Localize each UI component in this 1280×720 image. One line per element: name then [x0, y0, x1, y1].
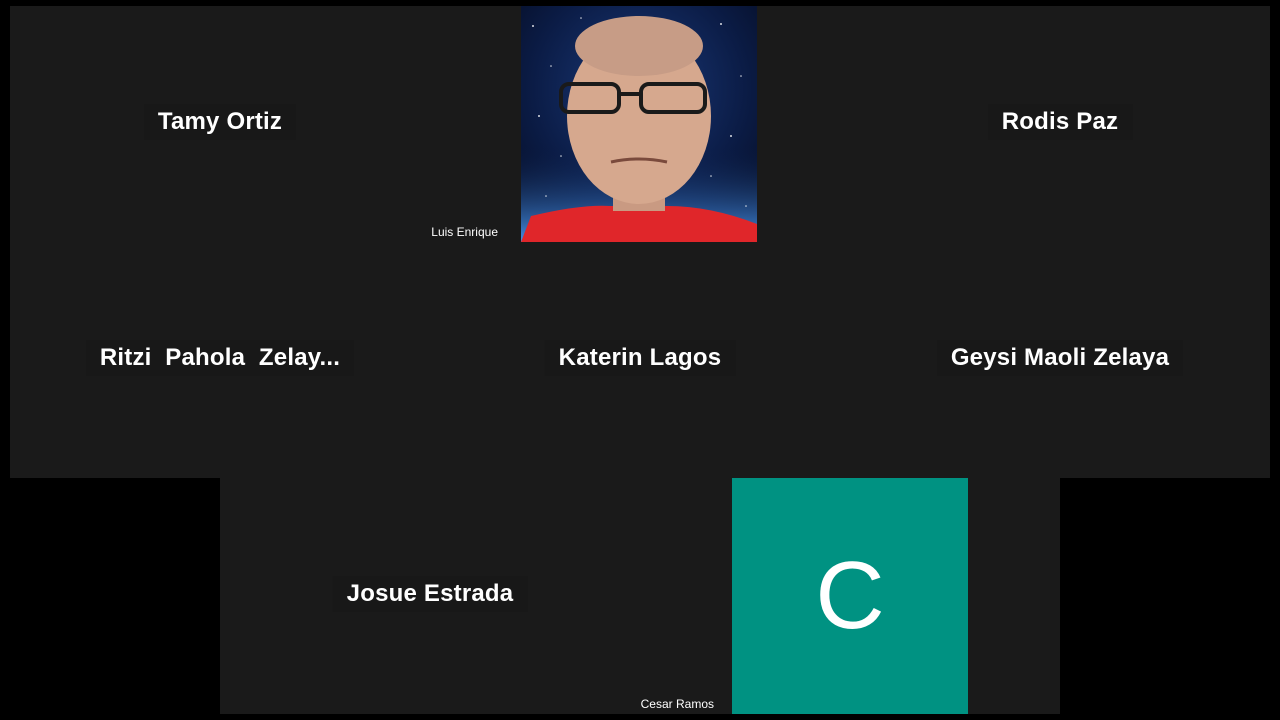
participant-name-caption: Luis Enrique	[430, 224, 502, 240]
participant-tile-josue-estrada[interactable]: Josue Estrada	[220, 478, 640, 714]
participant-name: Tamy Ortiz	[143, 104, 297, 140]
participant-tile-geysi-maoli-zelaya[interactable]: Geysi Maoli Zelaya	[850, 242, 1270, 478]
participant-tile-cesar-ramos[interactable]: C Cesar Ramos	[640, 478, 1060, 714]
participant-video-frame	[521, 6, 757, 242]
participant-name-caption: Cesar Ramos	[640, 696, 718, 712]
participant-tile-rodis-paz[interactable]: Rodis Paz	[850, 6, 1270, 242]
participant-name: Geysi Maoli Zelaya	[936, 340, 1184, 376]
avatar-initial: C	[815, 542, 885, 649]
gallery-view: Tamy Ortiz Luis Enrique Rodis Paz Ritzi …	[0, 0, 1280, 720]
participant-name: Rodis Paz	[987, 104, 1133, 140]
participant-avatar: C	[732, 478, 968, 714]
participant-name: Katerin Lagos	[544, 340, 736, 376]
participant-name: Ritzi Pahola Zelay...	[85, 340, 355, 376]
participant-tile-katerin-lagos[interactable]: Katerin Lagos	[430, 242, 850, 478]
participant-tile-luis-enrique[interactable]: Luis Enrique	[430, 6, 850, 242]
participant-tile-tamy-ortiz[interactable]: Tamy Ortiz	[10, 6, 430, 242]
participant-tile-ritzi-pahola-zelaya[interactable]: Ritzi Pahola Zelay...	[10, 242, 430, 478]
participant-name: Josue Estrada	[332, 576, 528, 612]
participant-video	[521, 6, 757, 242]
